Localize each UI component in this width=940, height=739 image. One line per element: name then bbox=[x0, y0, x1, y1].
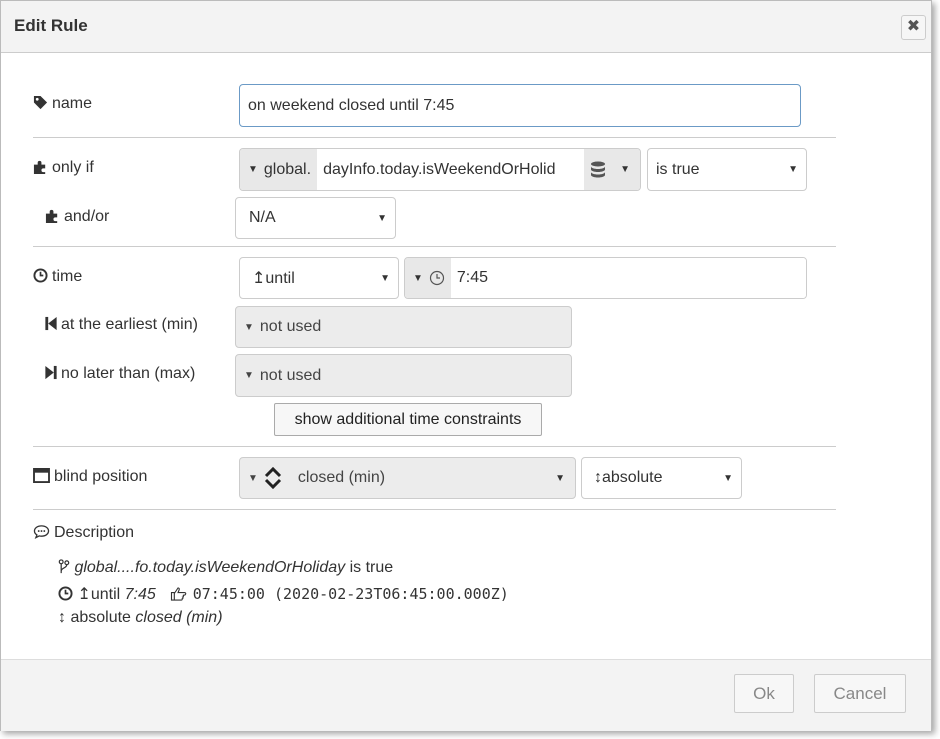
only-if-type-select[interactable]: ▼ global. bbox=[240, 149, 318, 190]
only-if-value: dayInfo.today.isWeekendOrHolid bbox=[323, 160, 556, 178]
only-if-label: only if bbox=[52, 159, 94, 176]
dialog-footer: Ok Cancel bbox=[1, 659, 931, 731]
latest-label: no later than (max) bbox=[61, 365, 196, 382]
sort-icon bbox=[264, 466, 281, 490]
cancel-button[interactable]: Cancel bbox=[814, 674, 906, 713]
chevron-down-icon: ▼ bbox=[413, 272, 423, 284]
only-if-type-label: global. bbox=[263, 160, 312, 178]
time-label: time bbox=[52, 268, 83, 285]
earliest-label: at the earliest (min) bbox=[61, 316, 198, 333]
tag-icon bbox=[33, 95, 48, 110]
edit-rule-dialog: Edit Rule ✖ name on weekend closed until… bbox=[0, 0, 932, 731]
description-position-value: closed (min) bbox=[135, 609, 223, 626]
blind-position-label: blind position bbox=[54, 468, 148, 485]
clock-icon bbox=[33, 268, 48, 283]
blind-position-select[interactable]: ▼ closed (min) ▼ bbox=[239, 457, 576, 499]
blind-position-value-wrap: ▼ closed (min) bbox=[248, 466, 385, 490]
name-label: name bbox=[52, 95, 93, 112]
only-if-label-row: only if bbox=[33, 159, 94, 177]
only-if-operator: is true bbox=[656, 160, 700, 178]
chevron-down-icon: ▼ bbox=[723, 472, 733, 484]
and-or-value: N/A bbox=[249, 209, 276, 226]
earliest-select[interactable]: ▼ not used bbox=[235, 306, 572, 348]
time-mode: ↥until bbox=[252, 270, 295, 287]
chevron-down-icon: ▼ bbox=[248, 164, 258, 175]
chevron-down-icon: ▼ bbox=[244, 370, 254, 381]
and-or-label-row: and/or bbox=[45, 208, 109, 226]
latest-select[interactable]: ▼ not used bbox=[235, 354, 572, 397]
description-line-position: ↕ absolute closed (min) bbox=[58, 609, 223, 627]
chevron-down-icon: ▼ bbox=[377, 212, 387, 224]
only-if-typed-input[interactable]: ▼ global. dayInfo.today.isWeekendOrHolid… bbox=[239, 148, 641, 191]
chevron-down-icon: ▼ bbox=[248, 472, 258, 484]
description-condition-expr: global....fo.today.isWeekendOrHoliday bbox=[74, 559, 346, 576]
description-line-time: ↥until 7:45 07:45:00 (2020-02-23T06:45:0… bbox=[58, 584, 509, 604]
latest-value: not used bbox=[259, 366, 322, 384]
time-type-select[interactable]: ▼ bbox=[405, 258, 451, 298]
ok-button[interactable]: Ok bbox=[734, 674, 794, 713]
latest-label-row: no later than (max) bbox=[45, 365, 195, 383]
blind-position-label-row: blind position bbox=[33, 468, 147, 486]
chevron-down-icon: ▼ bbox=[380, 272, 390, 284]
chevron-down-icon: ▼ bbox=[244, 321, 254, 333]
time-typed-input[interactable]: ▼ 7:45 bbox=[404, 257, 807, 299]
only-if-value-field[interactable]: dayInfo.today.isWeekendOrHolid bbox=[317, 149, 584, 190]
puzzle-icon bbox=[33, 160, 46, 174]
chevron-down-icon: ▼ bbox=[620, 164, 630, 175]
description-label-row: Description bbox=[33, 524, 134, 542]
time-label-row: time bbox=[33, 268, 82, 286]
dialog-title: Edit Rule bbox=[14, 16, 88, 35]
divider bbox=[33, 246, 836, 247]
name-value: on weekend closed until 7:45 bbox=[248, 96, 455, 114]
earliest-value: not used bbox=[259, 318, 322, 335]
show-additional-constraints-label: show additional time constraints bbox=[294, 410, 522, 428]
step-forward-icon bbox=[45, 365, 57, 380]
name-input[interactable]: on weekend closed until 7:45 bbox=[239, 84, 801, 127]
description-line-condition: global....fo.today.isWeekendOrHoliday is… bbox=[58, 559, 393, 577]
only-if-context-select[interactable]: ▼ bbox=[584, 149, 640, 190]
show-additional-constraints-button[interactable]: show additional time constraints bbox=[274, 403, 542, 436]
divider bbox=[33, 446, 836, 447]
chevron-down-icon: ▼ bbox=[788, 164, 798, 175]
clock-icon bbox=[58, 586, 73, 601]
ok-label: Ok bbox=[753, 683, 775, 703]
only-if-operator-select[interactable]: is true ▼ bbox=[647, 148, 807, 191]
description-time-value: 7:45 bbox=[124, 586, 156, 603]
blind-position-mode-select[interactable]: ↕absolute ▼ bbox=[581, 457, 742, 499]
close-icon: ✖ bbox=[906, 18, 921, 35]
name-label-row: name bbox=[33, 95, 92, 113]
and-or-select[interactable]: N/A ▼ bbox=[235, 197, 396, 239]
step-backward-icon bbox=[45, 316, 57, 331]
chevron-down-icon: ▼ bbox=[555, 472, 565, 484]
dialog-titlebar: Edit Rule ✖ bbox=[1, 1, 931, 53]
divider bbox=[33, 137, 836, 138]
cancel-label: Cancel bbox=[833, 683, 887, 703]
window-icon bbox=[33, 468, 50, 483]
earliest-label-row: at the earliest (min) bbox=[45, 316, 198, 334]
blind-position-value: closed (min) bbox=[297, 469, 386, 486]
and-or-label: and/or bbox=[64, 208, 110, 225]
description-label: Description bbox=[54, 524, 135, 541]
close-button[interactable]: ✖ bbox=[901, 15, 926, 40]
time-value: 7:45 bbox=[456, 269, 489, 286]
clock-icon bbox=[429, 270, 445, 286]
database-icon bbox=[591, 161, 606, 177]
description-timestamp: 07:45:00 (2020-02-23T06:45:00.000Z) bbox=[192, 585, 509, 603]
blind-position-mode: ↕absolute bbox=[594, 469, 663, 486]
divider bbox=[33, 509, 836, 510]
hand-right-icon bbox=[171, 587, 187, 601]
description-time-prefix: ↥until bbox=[77, 586, 125, 603]
comment-icon bbox=[33, 525, 50, 539]
description-condition-suffix: is true bbox=[345, 559, 394, 576]
puzzle-icon bbox=[45, 209, 58, 223]
branch-icon bbox=[58, 559, 70, 574]
time-mode-select[interactable]: ↥until ▼ bbox=[239, 257, 399, 299]
description-position-prefix: ↕ absolute bbox=[58, 609, 136, 626]
time-value-field[interactable]: 7:45 bbox=[450, 258, 806, 298]
